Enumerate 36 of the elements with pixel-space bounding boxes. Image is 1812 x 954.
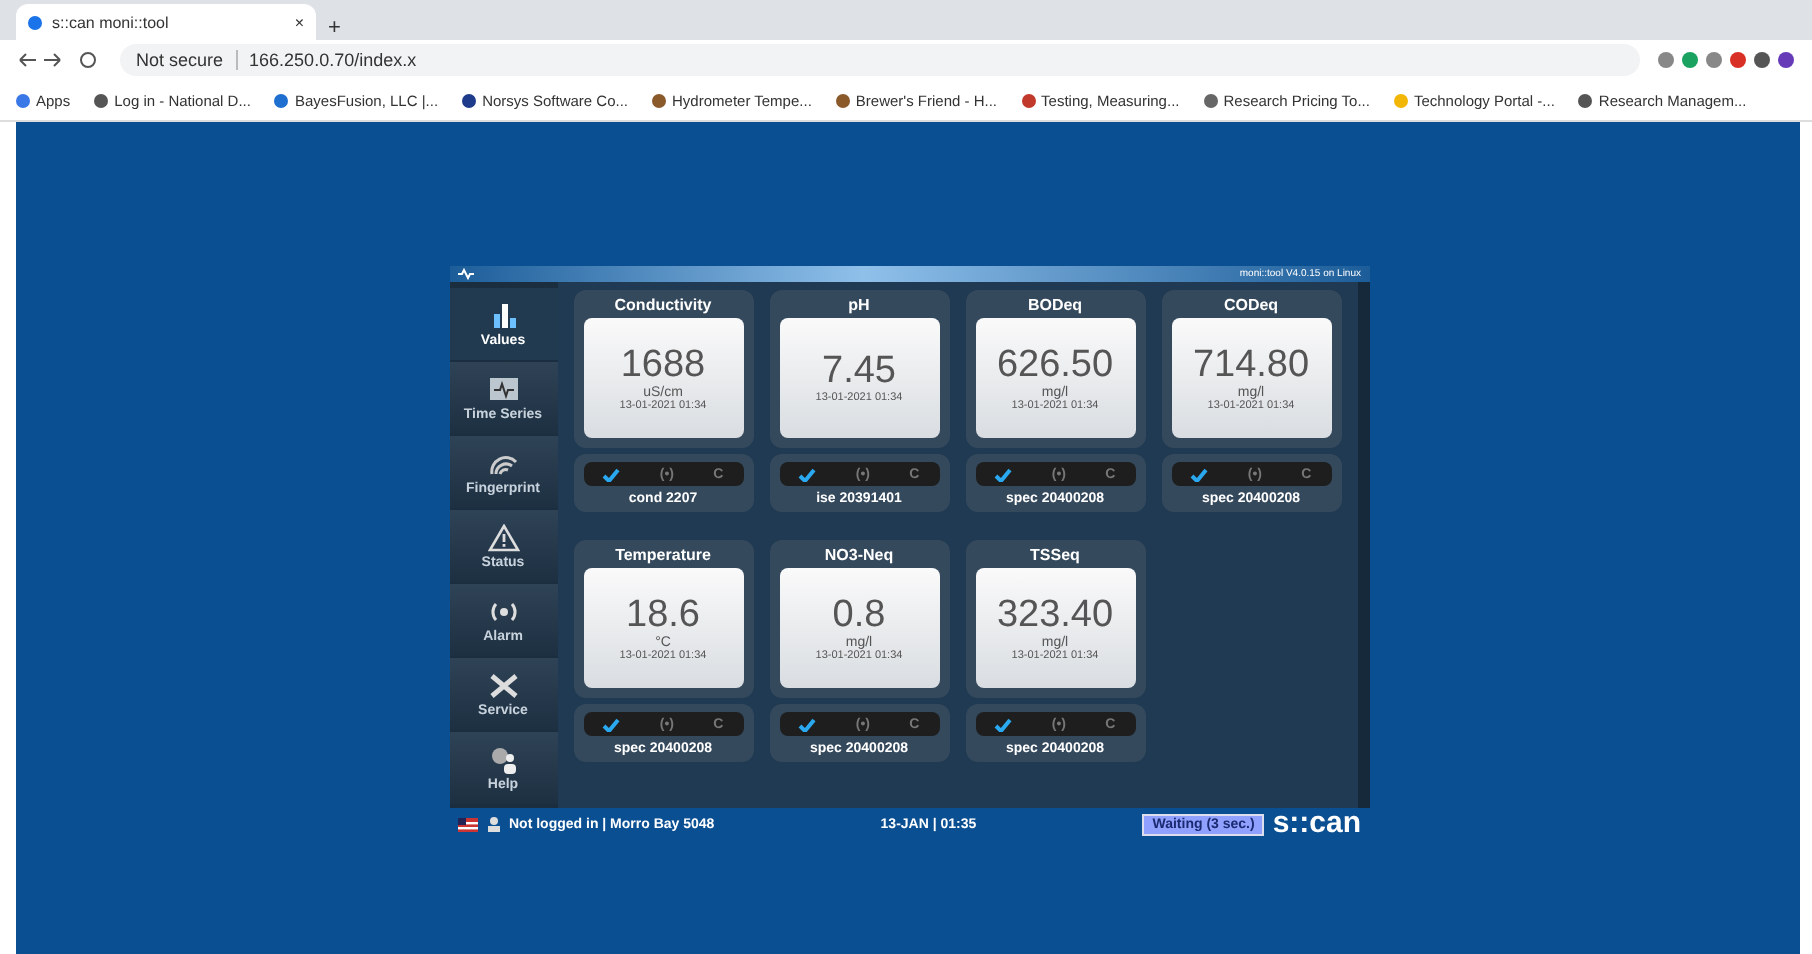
signal-icon bbox=[487, 597, 519, 625]
check-icon[interactable] bbox=[602, 717, 621, 731]
check-icon[interactable] bbox=[602, 467, 621, 481]
check-icon[interactable] bbox=[798, 717, 817, 731]
warning-icon bbox=[487, 523, 519, 551]
monitor-icon bbox=[487, 375, 519, 403]
value-reading: 7.45 bbox=[822, 352, 896, 392]
address-bar[interactable]: Not secure 166.250.0.70/index.x bbox=[120, 44, 1640, 76]
value-reading: 0.8 bbox=[832, 595, 886, 635]
favicon-icon bbox=[28, 15, 42, 29]
new-tab-button[interactable]: + bbox=[328, 16, 341, 40]
parameter-name: Temperature bbox=[615, 546, 711, 564]
parameter-name: TSSeq bbox=[1030, 546, 1080, 564]
help-person-icon bbox=[487, 745, 519, 773]
flag-icon bbox=[457, 817, 477, 831]
parameter-name: pH bbox=[848, 296, 870, 314]
value-reading: 18.6 bbox=[626, 595, 700, 635]
extension-icon bbox=[1656, 50, 1796, 70]
parameter-name: CODeq bbox=[1223, 296, 1279, 314]
user-icon bbox=[485, 816, 501, 832]
tools-icon bbox=[487, 671, 519, 699]
value-reading: 1688 bbox=[620, 345, 706, 385]
browser-tab[interactable]: s::can moni::tool × bbox=[16, 4, 316, 40]
parameter-name: BODeq bbox=[1027, 296, 1083, 314]
parameter-name: NO3-Neq bbox=[824, 546, 894, 564]
pulse-icon bbox=[457, 268, 473, 280]
logo: s::can bbox=[1272, 810, 1362, 838]
value-reading: 626.50 bbox=[996, 345, 1114, 385]
value-reading: 323.40 bbox=[996, 595, 1114, 635]
check-icon[interactable] bbox=[994, 717, 1013, 731]
check-icon[interactable] bbox=[798, 467, 817, 481]
value-reading: 714.80 bbox=[1192, 345, 1310, 385]
close-tab-button[interactable]: × bbox=[294, 13, 304, 31]
check-icon[interactable] bbox=[994, 467, 1013, 481]
parameter-name: Conductivity bbox=[614, 296, 712, 314]
check-icon[interactable] bbox=[1190, 467, 1209, 481]
